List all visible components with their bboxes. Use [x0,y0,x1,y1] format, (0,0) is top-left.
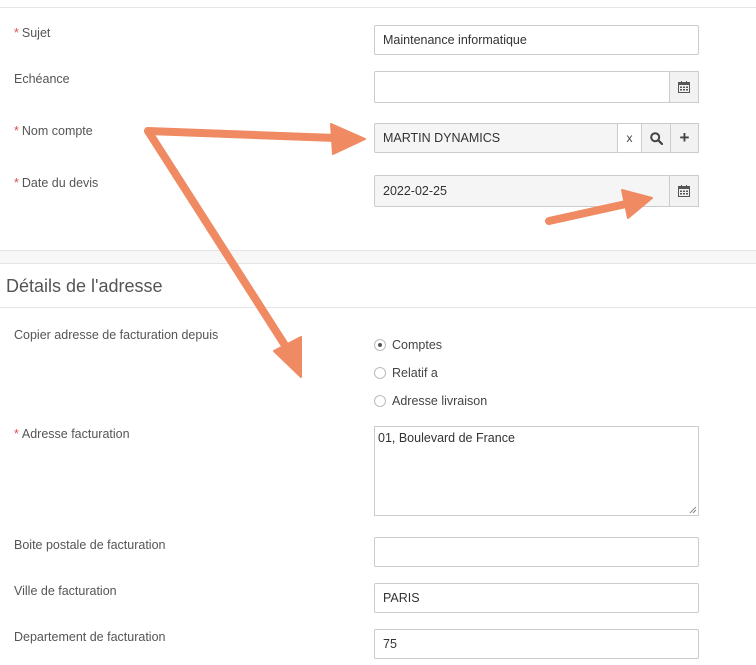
radio-button[interactable] [374,339,386,351]
search-icon [649,131,663,145]
due-date-calendar-button[interactable] [669,71,699,103]
quote-date-label: * Date du devis [14,176,99,190]
billing-po-box-input[interactable] [374,537,699,567]
billing-address-textarea[interactable]: 01, Boulevard de France [374,426,699,516]
subject-input[interactable]: Maintenance informatique [374,25,699,55]
due-date-input[interactable] [374,71,670,103]
account-name-input[interactable]: MARTIN DYNAMICS [374,123,618,153]
copy-address-label: Copier adresse de facturation depuis [14,328,219,342]
arrowhead [330,123,366,155]
billing-city-input[interactable]: PARIS [374,583,699,613]
arrowhead [273,336,302,378]
account-search-button[interactable] [641,123,671,153]
billing-address-label: * Adresse facturation [14,427,130,441]
arrow-to-account-field [144,127,340,142]
billing-department-input[interactable]: 75 [374,629,699,659]
billing-city-label: Ville de facturation [14,584,117,598]
radio-option-adresse-livraison[interactable]: Adresse livraison [374,394,487,408]
billing-department-label: Departement de facturation [14,630,166,644]
calendar-icon [678,185,690,197]
section-title-divider [0,307,756,308]
resize-handle-icon[interactable] [689,506,697,514]
section-separator [0,250,756,264]
account-name-label: * Nom compte [14,124,93,138]
plus-icon: + [679,128,690,147]
due-date-label: Echéance [14,72,70,86]
radio-button[interactable] [374,395,386,407]
subject-label: * Sujet [14,26,51,40]
radio-option-comptes[interactable]: Comptes [374,338,442,352]
calendar-icon [678,81,690,93]
account-add-button[interactable]: + [670,123,699,153]
account-clear-button[interactable]: x [617,123,642,153]
billing-po-box-label: Boite postale de facturation [14,538,166,552]
radio-button[interactable] [374,367,386,379]
arrow-to-copy-address [144,127,292,354]
quote-date-input[interactable]: 2022-02-25 [374,175,670,207]
address-section-title: Détails de l'adresse [6,276,163,296]
quote-date-calendar-button[interactable] [669,175,699,207]
radio-option-relatif[interactable]: Relatif a [374,366,438,380]
top-divider [0,7,756,8]
